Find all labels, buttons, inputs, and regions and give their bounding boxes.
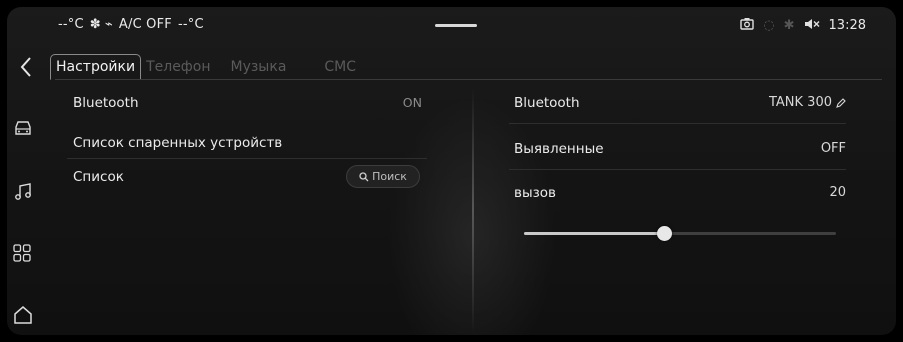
list-label: Список	[73, 169, 124, 185]
call-volume-row: вызов 20	[514, 185, 846, 201]
paired-devices-row[interactable]: Список спаренных устройств	[73, 135, 427, 151]
call-volume-slider[interactable]	[524, 226, 836, 241]
device-name-value[interactable]: TANK 300	[769, 95, 846, 110]
search-icon	[359, 171, 369, 181]
bluetooth-setting-row[interactable]: Bluetooth ON	[73, 95, 427, 111]
row-divider	[509, 169, 846, 170]
tab-sms[interactable]: СМС	[319, 55, 361, 79]
chevron-left-icon	[20, 57, 31, 77]
head-unit-screen: --°C ✽ ⌁ A/C OFF --°C ◌ ✱ 13:28 Настройки Те…	[7, 7, 896, 335]
discoverable-label: Выявленные	[514, 141, 604, 157]
call-volume-slider-fill	[524, 232, 665, 235]
temp-right: --°C	[177, 17, 204, 32]
row-divider	[509, 123, 846, 124]
call-volume-label: вызов	[514, 185, 557, 201]
search-button[interactable]: Поиск	[346, 165, 420, 188]
discoverable-row[interactable]: Выявленные OFF	[514, 141, 846, 157]
signal-icon: ◌	[763, 18, 775, 33]
row-divider	[67, 158, 427, 159]
home-icon[interactable]	[13, 305, 33, 325]
apps-grid-icon[interactable]	[13, 244, 33, 264]
climate-status[interactable]: --°C ✽ ⌁ A/C OFF --°C	[58, 17, 210, 32]
status-bar: --°C ✽ ⌁ A/C OFF --°C ◌ ✱ 13:28	[7, 7, 896, 43]
device-name: TANK 300	[768, 95, 832, 110]
fan-icon: ✽	[89, 17, 101, 32]
bluetooth-toggle-value[interactable]: ON	[403, 95, 422, 110]
tab-bar: Настройки Телефон Музыка СМС	[50, 54, 371, 80]
tab-phone[interactable]: Телефон	[141, 55, 215, 79]
bluetooth-name-row[interactable]: Bluetooth TANK 300	[514, 95, 846, 111]
back-button[interactable]	[20, 56, 32, 83]
tab-music[interactable]: Музыка	[226, 55, 292, 79]
drawer-handle[interactable]	[435, 24, 477, 27]
clock: 13:28	[828, 18, 866, 33]
seat-heat-icon: ⌁	[104, 17, 113, 32]
mute-icon	[804, 18, 820, 34]
tab-divider	[55, 79, 882, 80]
status-icons: ◌ ✱ 13:28	[740, 17, 866, 34]
call-volume-value: 20	[829, 185, 846, 200]
car-icon[interactable]	[13, 119, 33, 139]
discoverable-value[interactable]: OFF	[821, 141, 846, 156]
camera-icon	[740, 17, 754, 34]
bluetooth-name-label: Bluetooth	[514, 95, 580, 111]
tab-settings[interactable]: Настройки	[50, 54, 142, 80]
search-label: Поиск	[372, 170, 407, 183]
temp-left: --°C	[58, 17, 84, 32]
ac-status: A/C OFF	[118, 17, 172, 32]
panel-separator	[472, 87, 474, 333]
bluetooth-label: Bluetooth	[73, 95, 139, 111]
music-icon[interactable]	[13, 182, 33, 202]
call-volume-slider-thumb[interactable]	[657, 226, 673, 241]
edit-pencil-icon	[836, 97, 846, 108]
bluetooth-icon: ✱	[783, 18, 795, 33]
paired-devices-label: Список спаренных устройств	[73, 135, 283, 151]
